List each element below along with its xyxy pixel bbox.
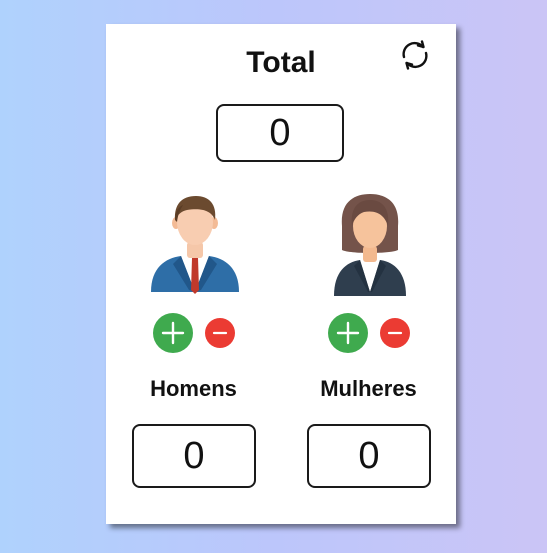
remove-man-button[interactable]	[205, 318, 235, 348]
minus-icon	[212, 331, 228, 335]
refresh-icon	[402, 40, 428, 70]
woman-avatar-icon	[334, 194, 406, 296]
women-count-display: 0	[307, 424, 431, 488]
men-label: Homens	[150, 376, 237, 401]
women-label: Mulheres	[320, 376, 417, 401]
add-man-button[interactable]	[153, 313, 193, 353]
counter-card: Total 0 Homens Mulheres 0 0	[106, 24, 456, 524]
add-woman-button[interactable]	[328, 313, 368, 353]
plus-icon	[161, 321, 185, 345]
remove-woman-button[interactable]	[380, 318, 410, 348]
minus-icon	[387, 331, 403, 335]
plus-icon	[336, 321, 360, 345]
reset-button[interactable]	[398, 38, 432, 72]
men-count-display: 0	[132, 424, 256, 488]
man-avatar-icon	[151, 196, 239, 294]
total-display: 0	[216, 104, 344, 162]
